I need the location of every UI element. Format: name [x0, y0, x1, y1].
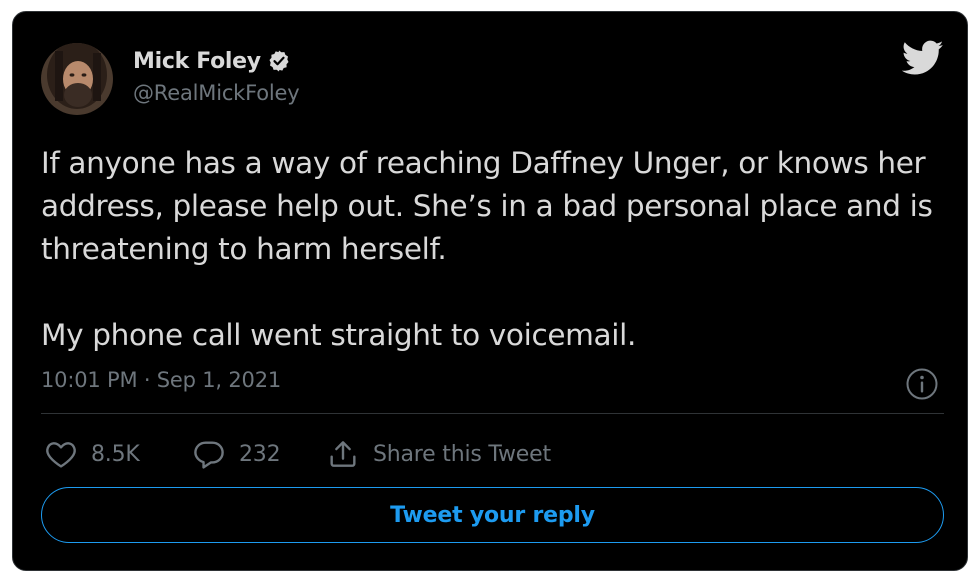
tweet-text: If anyone has a way of reaching Daffney … — [41, 142, 946, 357]
reply-button[interactable]: 232 — [193, 439, 327, 469]
twitter-bird-icon — [901, 40, 944, 76]
share-button[interactable]: Share this Tweet — [327, 438, 551, 470]
tweet-your-reply-button[interactable]: Tweet your reply — [41, 487, 944, 543]
like-button[interactable]: 8.5K — [45, 439, 193, 469]
tweet-paragraph: My phone call went straight to voicemail… — [41, 318, 636, 352]
reply-count: 232 — [239, 441, 281, 467]
tweet-card: Mick Foley @RealMickFoley If anyone has … — [12, 11, 968, 571]
like-count: 8.5K — [91, 441, 140, 467]
author-handle[interactable]: @RealMickFoley — [133, 81, 300, 105]
divider — [41, 413, 944, 414]
reply-bubble-icon — [193, 439, 225, 469]
author-name-row[interactable]: Mick Foley — [133, 46, 291, 76]
tweet-paragraph: If anyone has a way of reaching Daffney … — [41, 146, 933, 266]
verified-badge-icon — [267, 49, 291, 73]
tweet-timestamp[interactable]: 10:01 PM · Sep 1, 2021 — [41, 368, 281, 392]
share-label: Share this Tweet — [373, 441, 551, 467]
share-icon — [327, 438, 359, 470]
info-icon[interactable] — [905, 367, 939, 401]
avatar[interactable] — [41, 43, 113, 115]
heart-icon — [45, 439, 77, 469]
tweet-actions: 8.5K 232 Share this Tweet — [45, 436, 551, 472]
screenshot-frame: Mick Foley @RealMickFoley If anyone has … — [0, 0, 980, 581]
author-display-name[interactable]: Mick Foley — [133, 49, 261, 74]
